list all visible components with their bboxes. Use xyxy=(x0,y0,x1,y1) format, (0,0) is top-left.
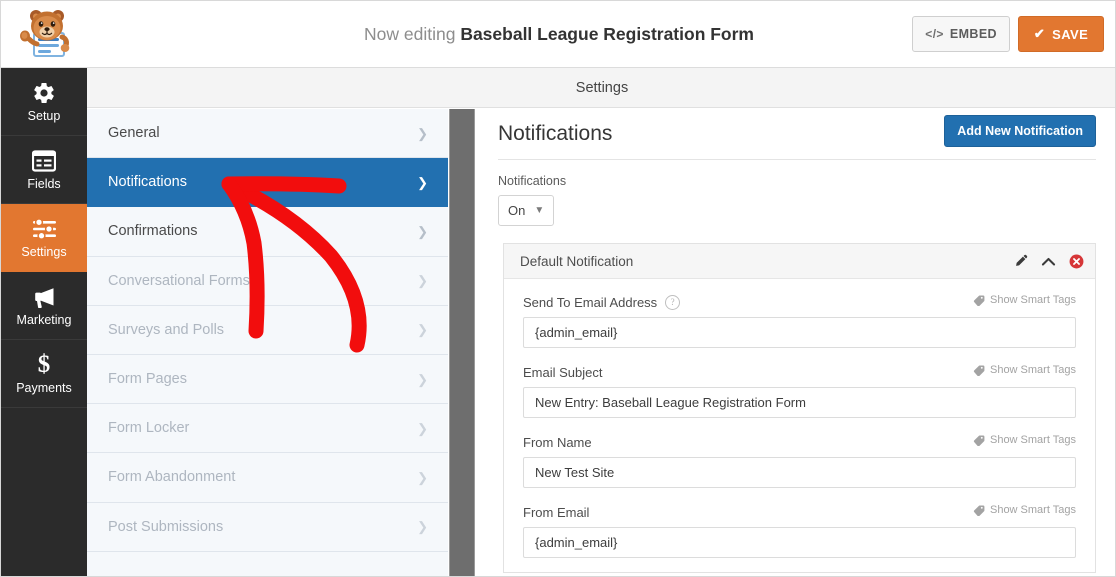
sidebar-item-fields[interactable]: Fields xyxy=(1,136,87,204)
chevron-right-icon: ❯ xyxy=(417,223,428,239)
list-view-icon xyxy=(31,148,57,173)
add-new-notification-label: Add New Notification xyxy=(957,124,1083,138)
settings-nav-item-form-locker[interactable]: Form Locker ❯ xyxy=(87,404,448,454)
notifications-enable-select[interactable]: On ▼ xyxy=(498,195,555,226)
nav-item-label: Conversational Forms xyxy=(108,272,250,289)
show-smart-tags-label: Show Smart Tags xyxy=(989,364,1076,376)
sidebar-item-setup[interactable]: Setup xyxy=(1,68,87,136)
wpforms-form-builder: Now editing Baseball League Registration… xyxy=(0,0,1116,577)
settings-nav-item-conversational-forms[interactable]: Conversational Forms ❯ xyxy=(87,256,448,306)
nav-item-label: Form Pages xyxy=(108,371,187,388)
scrollbar-thumb[interactable] xyxy=(449,109,475,576)
nav-item-label: Surveys and Polls xyxy=(108,321,225,338)
now-editing-prefix: Now editing xyxy=(363,23,456,44)
show-smart-tags-link[interactable]: Show Smart Tags xyxy=(973,294,1076,306)
notifications-header: Notifications Add New Notification xyxy=(498,109,1096,160)
sidebar-item-payments[interactable]: $ Payments xyxy=(1,340,87,408)
settings-nav-item-form-pages[interactable]: Form Pages ❯ xyxy=(87,354,448,405)
show-smart-tags-label: Show Smart Tags xyxy=(989,294,1076,306)
field-from-email: From Email Show Smart Tags xyxy=(523,504,1076,558)
chevron-up-icon[interactable] xyxy=(1041,254,1056,269)
builder-sidebar: Setup Fields Settings Marketing $ Paymen… xyxy=(1,68,87,576)
sidebar-item-label: Settings xyxy=(21,245,67,260)
sidebar-item-marketing[interactable]: Marketing xyxy=(1,272,87,340)
chevron-right-icon: ❯ xyxy=(417,273,428,289)
form-title: Baseball League Registration Form xyxy=(460,23,754,44)
chevron-right-icon: ❯ xyxy=(417,322,428,338)
delete-circle-icon[interactable] xyxy=(1069,254,1084,269)
sidebar-item-settings[interactable]: Settings xyxy=(1,204,87,272)
show-smart-tags-link[interactable]: Show Smart Tags xyxy=(973,364,1076,376)
nav-item-label: Form Locker xyxy=(108,420,190,437)
notification-card-actions xyxy=(1013,254,1084,269)
settings-nav-item-general[interactable]: General ❯ xyxy=(87,109,448,159)
top-header-bar: Now editing Baseball League Registration… xyxy=(1,1,1115,68)
settings-nav-panel: General ❯ Notifications ❯ Confirmations … xyxy=(87,109,448,576)
nav-item-label: General xyxy=(108,125,160,142)
field-from-name: From Name Show Smart Tags xyxy=(523,434,1076,488)
megaphone-icon xyxy=(31,284,57,309)
email-subject-input[interactable] xyxy=(523,387,1076,418)
subheader-title: Settings xyxy=(575,79,629,96)
chevron-down-icon: ❯ xyxy=(417,174,428,190)
sidebar-item-label: Payments xyxy=(16,381,72,396)
check-icon: ✔ xyxy=(1033,26,1046,41)
embed-button-label: EMBED xyxy=(949,27,997,41)
show-smart-tags-label: Show Smart Tags xyxy=(989,504,1076,516)
settings-nav-item-surveys-and-polls[interactable]: Surveys and Polls ❯ xyxy=(87,305,448,355)
add-new-notification-button[interactable]: Add New Notification xyxy=(944,115,1096,147)
pencil-icon[interactable] xyxy=(1013,254,1028,269)
nav-item-label: Confirmations xyxy=(108,223,198,240)
send-to-email-address-input[interactable] xyxy=(523,317,1076,348)
show-smart-tags-link[interactable]: Show Smart Tags xyxy=(973,434,1076,446)
nav-item-label: Form Abandonment xyxy=(108,469,236,486)
code-icon: </> xyxy=(925,27,944,41)
sidebar-item-label: Marketing xyxy=(16,313,72,328)
chevron-right-icon: ❯ xyxy=(417,125,428,141)
embed-button[interactable]: </> EMBED xyxy=(912,16,1010,52)
notification-card-title: Default Notification xyxy=(520,253,634,269)
nav-item-label: Notifications xyxy=(108,174,187,191)
settings-nav-item-notifications[interactable]: Notifications ❯ xyxy=(87,158,448,208)
field-label: Send To Email Address xyxy=(523,294,658,310)
field-label: From Name xyxy=(523,434,592,450)
chevron-right-icon: ❯ xyxy=(417,469,428,485)
chevron-down-icon: ▼ xyxy=(534,204,545,216)
notifications-toggle-block: Notifications On ▼ xyxy=(498,174,1115,226)
field-label: Email Subject xyxy=(523,364,603,380)
page-title: Notifications xyxy=(498,122,613,145)
settings-nav-item-form-abandonment[interactable]: Form Abandonment ❯ xyxy=(87,453,448,503)
field-label: From Email xyxy=(523,504,590,520)
from-email-input[interactable] xyxy=(523,527,1076,558)
gear-icon xyxy=(31,80,57,105)
show-smart-tags-link[interactable]: Show Smart Tags xyxy=(973,504,1076,516)
settings-subheader: Settings xyxy=(87,68,1115,108)
sidebar-item-label: Setup xyxy=(27,109,61,124)
nav-panel-filler xyxy=(87,551,448,576)
nav-item-label: Post Submissions xyxy=(108,518,224,535)
from-name-input[interactable] xyxy=(523,457,1076,488)
notifications-content-panel: Notifications Add New Notification Notif… xyxy=(477,109,1115,576)
notification-card-body: Send To Email Address ? Show Smart Tags xyxy=(504,279,1095,572)
sidebar-item-label: Fields xyxy=(27,177,61,192)
chevron-right-icon: ❯ xyxy=(417,519,428,535)
settings-nav-item-confirmations[interactable]: Confirmations ❯ xyxy=(87,207,448,257)
default-notification-card: Default Notification Send To Email Addre… xyxy=(503,243,1096,573)
panel-scrollbar[interactable] xyxy=(448,109,476,576)
save-button-label: SAVE xyxy=(1052,26,1089,42)
wpforms-mascot-logo xyxy=(3,2,87,66)
show-smart-tags-label: Show Smart Tags xyxy=(989,434,1076,446)
dollar-icon: $ xyxy=(37,351,51,379)
field-send-to-email-address: Send To Email Address ? Show Smart Tags xyxy=(523,294,1076,348)
chevron-right-icon: ❯ xyxy=(417,371,428,387)
notifications-toggle-label: Notifications xyxy=(498,174,567,188)
notification-card-header: Default Notification xyxy=(504,244,1095,279)
field-email-subject: Email Subject Show Smart Tags xyxy=(523,364,1076,418)
save-button[interactable]: ✔ SAVE xyxy=(1018,16,1104,52)
notifications-enable-value: On xyxy=(508,203,526,218)
help-icon[interactable]: ? xyxy=(665,294,681,310)
settings-nav-item-post-submissions[interactable]: Post Submissions ❯ xyxy=(87,502,448,552)
sliders-icon xyxy=(31,216,57,241)
chevron-right-icon: ❯ xyxy=(417,420,428,436)
